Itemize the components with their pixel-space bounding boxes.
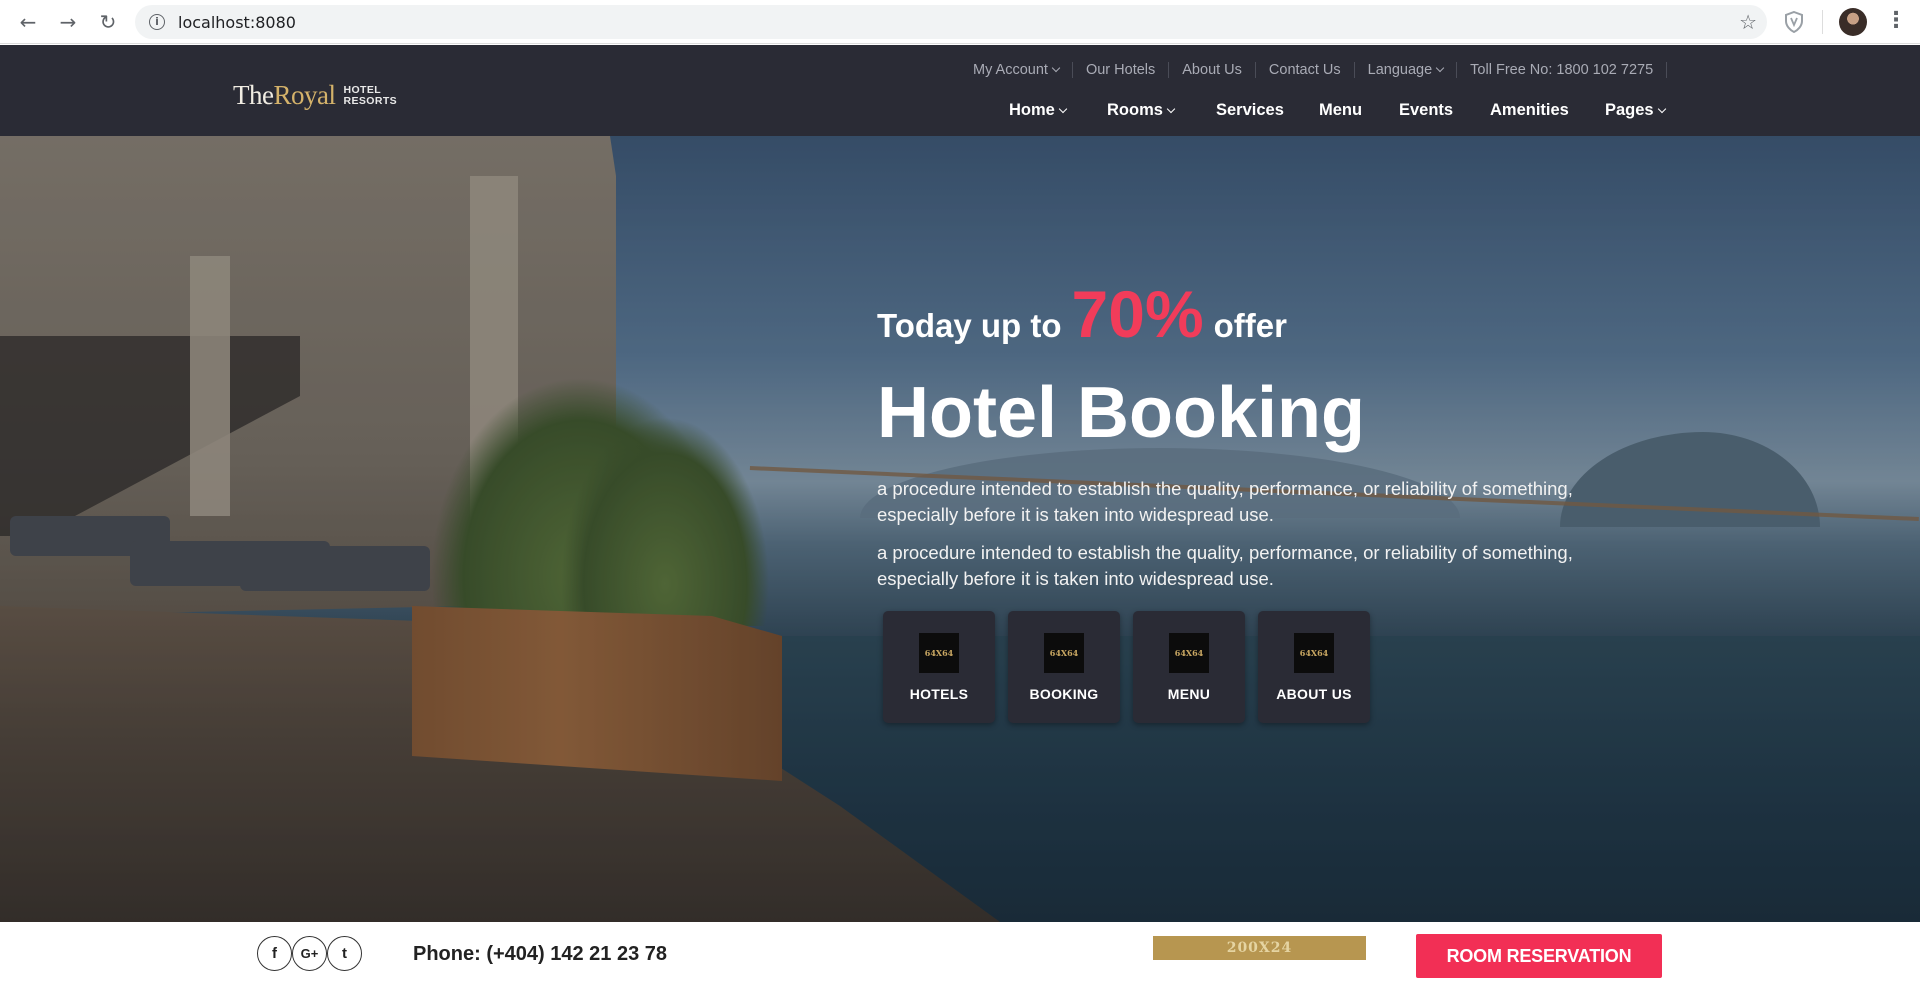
offer-prefix: Today up to — [877, 307, 1062, 344]
offer-percent: 70% — [1071, 277, 1204, 351]
menu-icon: 64X64 — [1169, 633, 1209, 673]
nav-rooms-label: Rooms — [1107, 101, 1163, 119]
profile-avatar[interactable] — [1839, 8, 1867, 36]
reload-icon[interactable]: ↻ — [95, 9, 121, 35]
info-icon[interactable]: i — [149, 14, 165, 30]
tile-label: ABOUT US — [1276, 686, 1352, 702]
chevron-down-icon — [1166, 104, 1176, 114]
top-nav-about-us[interactable]: About Us — [1169, 62, 1256, 78]
hero-banner: Today up to 70% offer Hotel Booking a pr… — [0, 136, 1920, 922]
star-icon[interactable]: ☆ — [1739, 10, 1757, 34]
banner-placeholder-image: 200X24 — [1153, 936, 1366, 960]
toll-free-number: Toll Free No: 1800 102 7275 — [1457, 62, 1668, 78]
url-text[interactable]: localhost:8080 — [178, 13, 296, 32]
quick-links: 64X64 HOTELS 64X64 BOOKING 64X64 MENU 64… — [883, 611, 1370, 723]
chevron-down-icon — [1657, 104, 1666, 114]
nav-menu[interactable]: Menu — [1319, 101, 1362, 120]
forward-icon[interactable]: → — [55, 9, 81, 35]
offer-headline: Today up to 70% offer — [877, 276, 1287, 352]
tile-label: HOTELS — [909, 686, 969, 702]
hero-description: a procedure intended to establish the qu… — [877, 542, 1573, 589]
tile-label: MENU — [1167, 686, 1211, 702]
hero-overlay — [0, 136, 1920, 922]
nav-amenities[interactable]: Amenities — [1490, 101, 1569, 120]
booking-icon: 64X64 — [1044, 633, 1084, 673]
chevron-down-icon — [1058, 104, 1068, 114]
about-us-icon: 64X64 — [1294, 633, 1334, 673]
hero-title: Hotel Booking — [877, 373, 1365, 453]
phone-number: Phone: (+404) 142 21 23 78 — [413, 943, 668, 965]
top-nav-language[interactable]: Language — [1355, 62, 1458, 78]
shield-extension-icon[interactable] — [1784, 11, 1804, 33]
facebook-icon[interactable]: f — [257, 936, 292, 971]
nav-events[interactable]: Events — [1399, 101, 1453, 120]
tile-about-us[interactable]: 64X64 ABOUT US — [1258, 611, 1370, 723]
tile-hotels[interactable]: 64X64 HOTELS — [883, 611, 995, 723]
language-label: Language — [1367, 62, 1433, 78]
main-nav: Home Rooms Services Menu Events Amenitie… — [0, 101, 1920, 127]
site-header: The Royal HOTEL RESORTS My Account Our Ho… — [0, 45, 1920, 136]
more-icon[interactable]: ⋮ — [1885, 8, 1907, 33]
nav-rooms[interactable]: Rooms — [1107, 101, 1176, 120]
nav-services[interactable]: Services — [1216, 101, 1284, 120]
room-reservation-button[interactable]: ROOM RESERVATION — [1416, 934, 1662, 978]
tile-label: BOOKING — [1029, 686, 1099, 702]
top-nav-my-account[interactable]: My Account — [960, 62, 1073, 78]
top-nav-our-hotels[interactable]: Our Hotels — [1073, 62, 1170, 78]
top-nav: My Account Our Hotels About Us Contact U… — [960, 62, 1668, 78]
toolbar-separator — [1822, 10, 1823, 34]
nav-pages[interactable]: Pages — [1605, 101, 1666, 120]
browser-toolbar: ← → ↻ i localhost:8080 ☆ ⋮ — [0, 0, 1920, 44]
twitter-icon[interactable]: t — [327, 936, 362, 971]
tile-booking[interactable]: 64X64 BOOKING — [1008, 611, 1120, 723]
top-nav-contact-us[interactable]: Contact Us — [1256, 62, 1355, 78]
google-plus-icon[interactable]: G+ — [292, 936, 327, 971]
my-account-label: My Account — [973, 62, 1048, 78]
nav-home[interactable]: Home — [1009, 101, 1068, 120]
chevron-down-icon — [1435, 63, 1445, 73]
back-icon[interactable]: ← — [15, 9, 41, 35]
chevron-down-icon — [1051, 63, 1061, 73]
tile-menu[interactable]: 64X64 MENU — [1133, 611, 1245, 723]
nav-pages-label: Pages — [1605, 101, 1654, 119]
offer-suffix: offer — [1213, 307, 1287, 344]
address-bar[interactable]: i localhost:8080 ☆ — [135, 5, 1767, 39]
bottom-bar: f G+ t Phone: (+404) 142 21 23 78 200X24… — [0, 922, 1920, 987]
hero-description: a procedure intended to establish the qu… — [877, 478, 1573, 525]
nav-home-label: Home — [1009, 101, 1055, 119]
hotels-icon: 64X64 — [919, 633, 959, 673]
